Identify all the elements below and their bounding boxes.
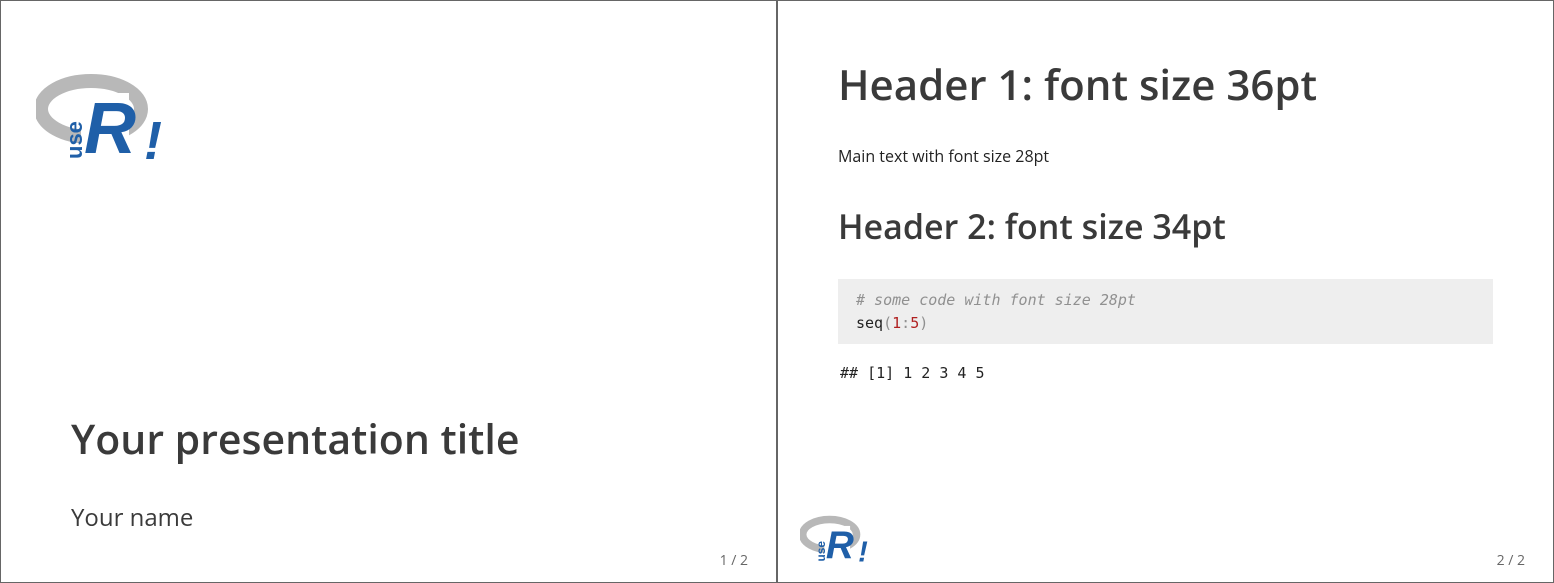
code-function: seq <box>856 314 883 332</box>
user-logo-small: R use ! <box>800 514 870 568</box>
code-number-2: 5 <box>910 314 919 332</box>
header-1: Header 1: font size 36pt <box>838 56 1493 113</box>
code-output: ## [1] 1 2 3 4 5 <box>838 364 1493 382</box>
svg-text:R: R <box>84 89 136 169</box>
slide-2: Header 1: font size 36pt Main text with … <box>777 0 1554 583</box>
slide-1: R use ! Your presentation title Your nam… <box>0 0 777 583</box>
svg-text:use: use <box>62 121 87 159</box>
code-colon: : <box>901 314 910 332</box>
svg-text:R: R <box>826 524 854 567</box>
code-number-1: 1 <box>892 314 901 332</box>
page-number: 2 / 2 <box>1497 551 1525 570</box>
code-open-paren: ( <box>883 314 892 332</box>
user-logo: R use ! <box>36 71 166 171</box>
page-number: 1 / 2 <box>720 551 748 570</box>
header-2: Header 2: font size 34pt <box>838 203 1493 249</box>
author-name: Your name <box>71 501 193 534</box>
code-close-paren: ) <box>919 314 928 332</box>
presentation-title: Your presentation title <box>71 411 519 467</box>
svg-text:!: ! <box>858 536 868 568</box>
code-comment: # some code with font size 28pt <box>856 291 1136 309</box>
svg-text:use: use <box>814 541 828 562</box>
svg-text:!: ! <box>144 111 162 171</box>
code-block: # some code with font size 28pt seq(1:5) <box>838 279 1493 344</box>
body-text: Main text with font size 28pt <box>838 145 1493 167</box>
